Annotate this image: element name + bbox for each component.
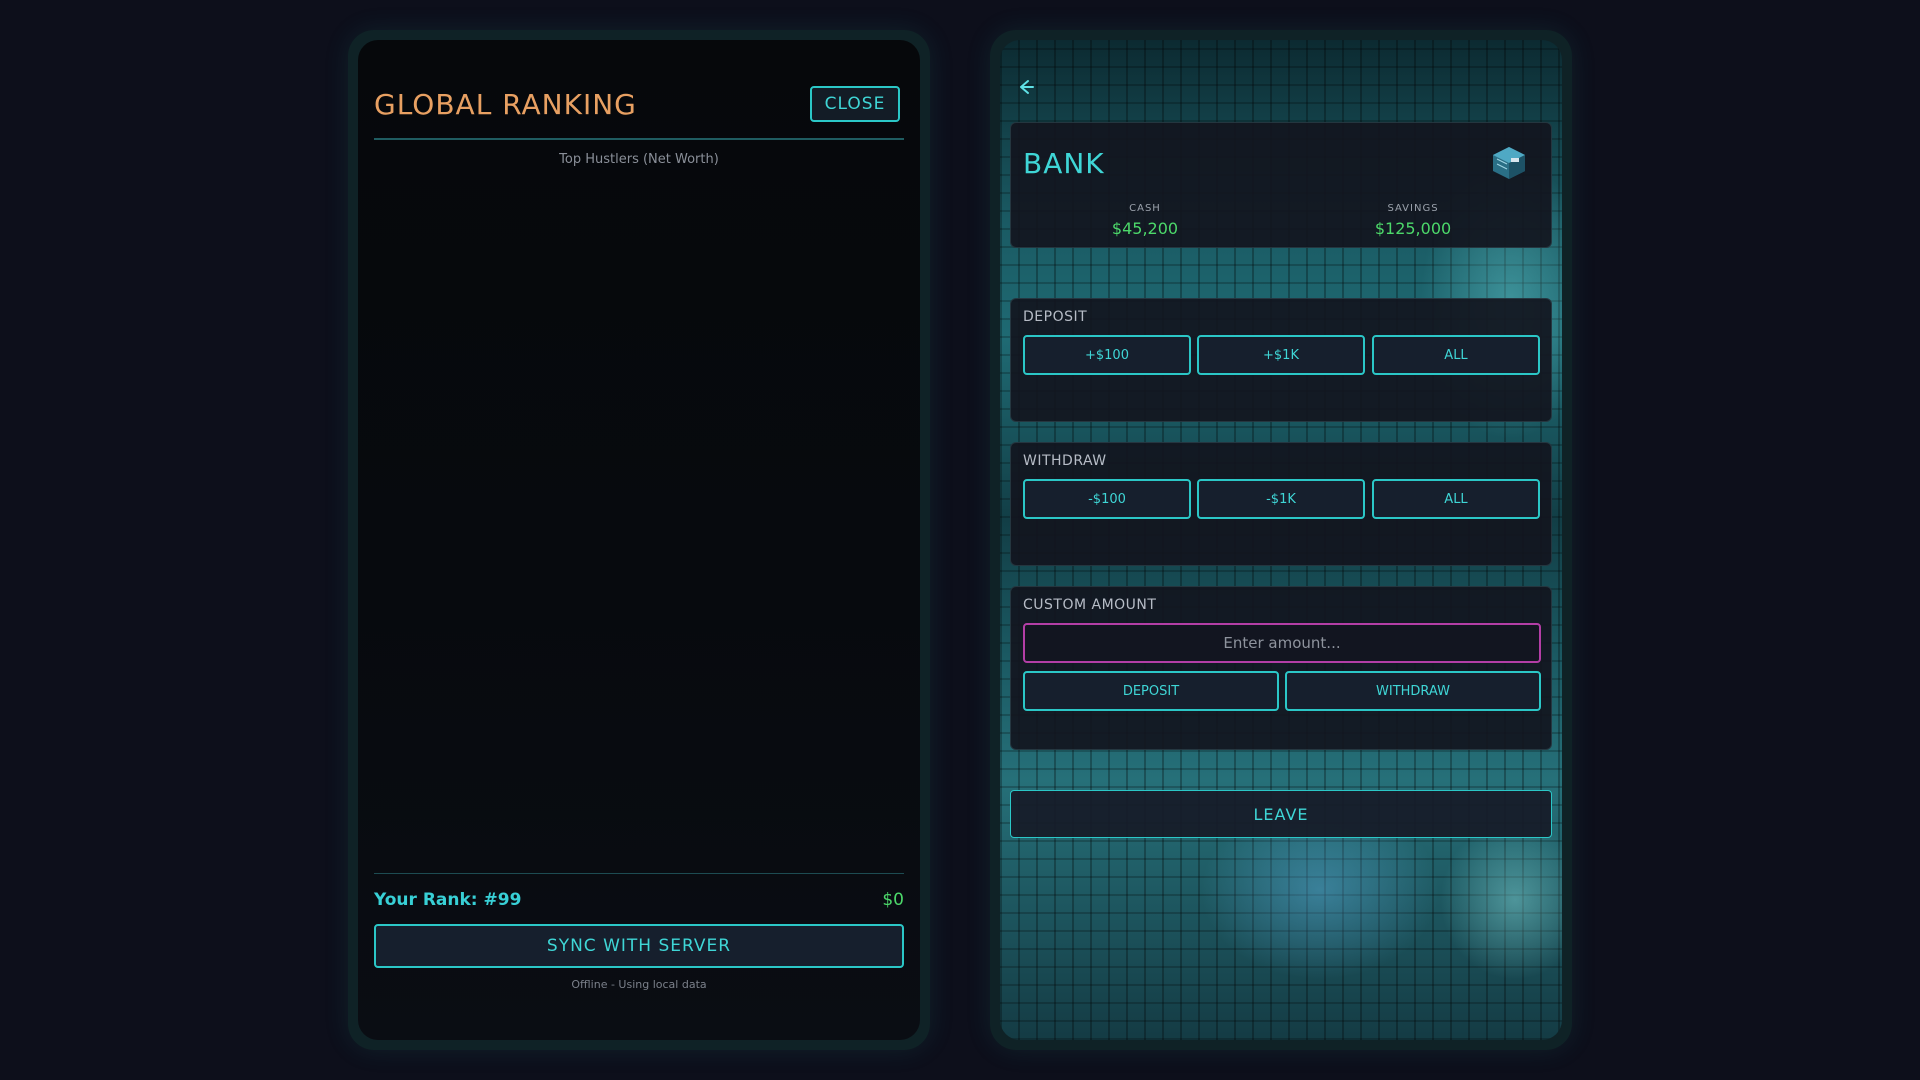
custom-amount-label: CUSTOM AMOUNT bbox=[1023, 597, 1157, 613]
arrow-left-icon[interactable] bbox=[1014, 76, 1036, 98]
deposit-card: DEPOSIT +$100 +$1K ALL bbox=[1010, 298, 1552, 422]
ranking-panel: GLOBAL RANKING CLOSE Top Hustlers (Net W… bbox=[358, 40, 920, 1040]
withdraw-100-button[interactable]: -$100 bbox=[1023, 479, 1191, 519]
amount-input[interactable] bbox=[1023, 623, 1541, 663]
custom-withdraw-button[interactable]: WITHDRAW bbox=[1285, 671, 1541, 711]
cash-value: $45,200 bbox=[1111, 219, 1179, 238]
ranking-divider-bottom bbox=[374, 873, 904, 874]
bank-title: BANK bbox=[1023, 147, 1105, 180]
close-button[interactable]: CLOSE bbox=[810, 86, 900, 122]
savings-label: SAVINGS bbox=[1387, 203, 1439, 214]
sync-status-text: Offline - Using local data bbox=[571, 978, 707, 991]
ranking-subtitle: Top Hustlers (Net Worth) bbox=[559, 152, 719, 167]
deposit-100-button[interactable]: +$100 bbox=[1023, 335, 1191, 375]
savings-value: $125,000 bbox=[1374, 219, 1452, 238]
ranking-divider-top bbox=[374, 138, 904, 140]
ranking-title: GLOBAL RANKING bbox=[374, 88, 637, 121]
deposit-all-button[interactable]: ALL bbox=[1372, 335, 1540, 375]
custom-deposit-button[interactable]: DEPOSIT bbox=[1023, 671, 1279, 711]
bank-summary-card: BANK CASH $45,200 SAVINGS $125,000 bbox=[1010, 122, 1552, 248]
deposit-1k-button[interactable]: +$1K bbox=[1197, 335, 1365, 375]
cash-label: CASH bbox=[1129, 203, 1161, 214]
your-rank-label: Your Rank: #99 bbox=[374, 890, 522, 910]
ranking-panel-frame: GLOBAL RANKING CLOSE Top Hustlers (Net W… bbox=[348, 30, 930, 1050]
safe-icon bbox=[1489, 143, 1529, 183]
leave-button[interactable]: LEAVE bbox=[1010, 790, 1552, 838]
withdraw-1k-button[interactable]: -$1K bbox=[1197, 479, 1365, 519]
your-net-worth: $0 bbox=[882, 890, 904, 910]
withdraw-section-label: WITHDRAW bbox=[1023, 453, 1107, 469]
withdraw-all-button[interactable]: ALL bbox=[1372, 479, 1540, 519]
bank-panel: BANK CASH $45,200 SAVINGS $125,000 DEPOS… bbox=[1000, 40, 1562, 1040]
background-glow bbox=[1440, 820, 1562, 980]
deposit-section-label: DEPOSIT bbox=[1023, 309, 1088, 325]
ranking-list bbox=[374, 180, 904, 860]
withdraw-card: WITHDRAW -$100 -$1K ALL bbox=[1010, 442, 1552, 566]
sync-with-server-button[interactable]: SYNC WITH SERVER bbox=[374, 924, 904, 968]
bank-panel-frame: BANK CASH $45,200 SAVINGS $125,000 DEPOS… bbox=[990, 30, 1572, 1050]
custom-amount-card: CUSTOM AMOUNT DEPOSIT WITHDRAW bbox=[1010, 586, 1552, 750]
